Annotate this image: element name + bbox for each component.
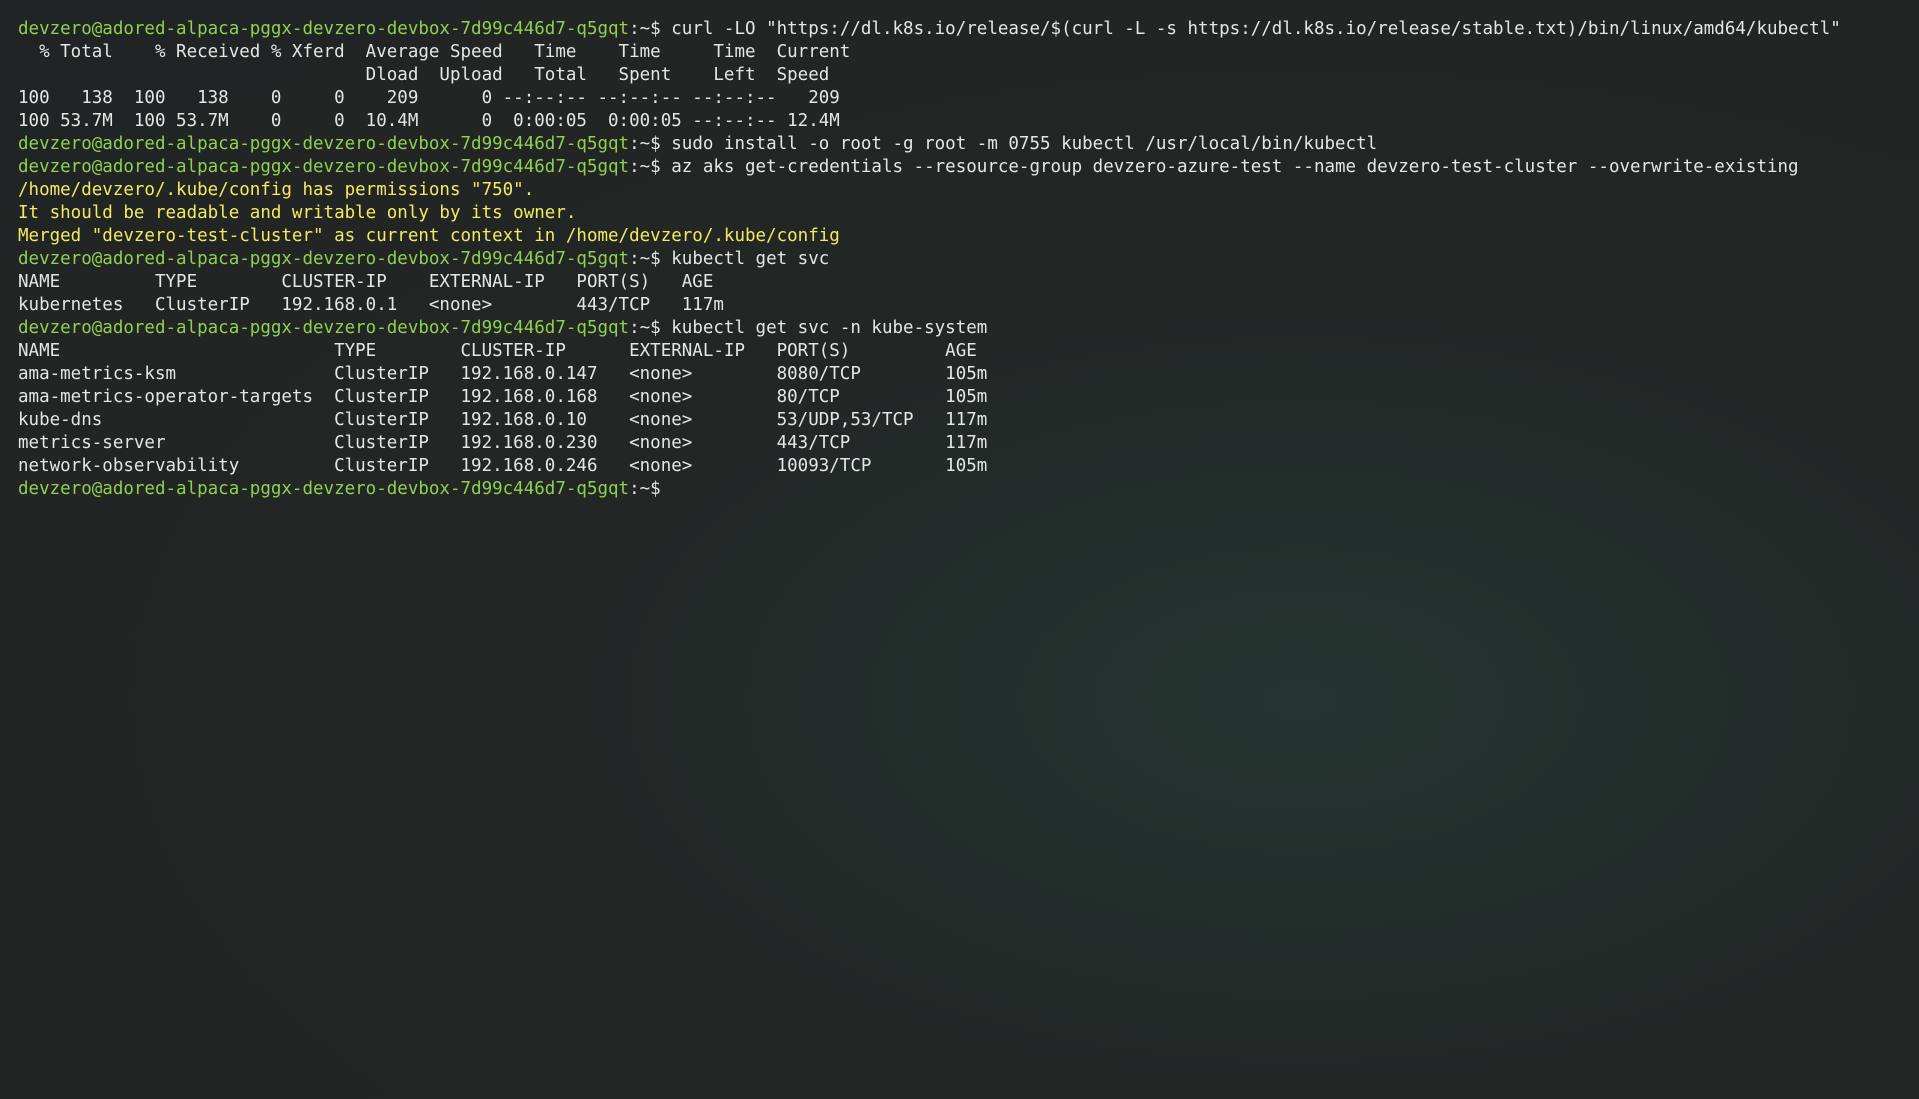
output-line: kubernetes ClusterIP 192.168.0.1 <none> … — [18, 295, 724, 315]
prompt-user-host: devzero@adored-alpaca-pggx-devzero-devbo… — [18, 19, 630, 39]
output-line: ama-metrics-operator-targets ClusterIP 1… — [18, 387, 988, 407]
prompt-suffix: :~$ — [629, 479, 672, 499]
prompt-user-host: devzero@adored-alpaca-pggx-devzero-devbo… — [18, 249, 630, 269]
terminal-output: devzero@adored-alpaca-pggx-devzero-devbo… — [18, 18, 1919, 501]
terminal-window[interactable]: devzero@adored-alpaca-pggx-devzero-devbo… — [0, 0, 1919, 1099]
output-line: kube-dns ClusterIP 192.168.0.10 <none> 5… — [18, 410, 988, 430]
output-line: metrics-server ClusterIP 192.168.0.230 <… — [18, 433, 988, 453]
prompt-user-host: devzero@adored-alpaca-pggx-devzero-devbo… — [18, 479, 630, 499]
command-text: kubectl get svc -n kube-system — [671, 318, 988, 338]
prompt-suffix: :~$ — [629, 19, 672, 39]
prompt-user-host: devzero@adored-alpaca-pggx-devzero-devbo… — [18, 157, 630, 177]
output-line: 100 53.7M 100 53.7M 0 0 10.4M 0 0:00:05 … — [18, 111, 840, 131]
output-line: 100 138 100 138 0 0 209 0 --:--:-- --:--… — [18, 88, 840, 108]
output-line: network-observability ClusterIP 192.168.… — [18, 456, 988, 476]
command-text: curl -LO "https://dl.k8s.io/release/$(cu… — [671, 19, 1841, 39]
warning-line: Merged "devzero-test-cluster" as current… — [18, 226, 840, 246]
output-line: NAME TYPE CLUSTER-IP EXTERNAL-IP PORT(S)… — [18, 272, 714, 292]
command-text: az aks get-credentials --resource-group … — [671, 157, 1799, 177]
command-line: devzero@adored-alpaca-pggx-devzero-devbo… — [18, 317, 1919, 340]
prompt-suffix: :~$ — [629, 134, 672, 154]
prompt-user-host: devzero@adored-alpaca-pggx-devzero-devbo… — [18, 134, 630, 154]
prompt-suffix: :~$ — [629, 318, 672, 338]
prompt-user-host: devzero@adored-alpaca-pggx-devzero-devbo… — [18, 318, 630, 338]
command-text: sudo install -o root -g root -m 0755 kub… — [671, 134, 1378, 154]
command-line: devzero@adored-alpaca-pggx-devzero-devbo… — [18, 248, 1919, 271]
command-line: devzero@adored-alpaca-pggx-devzero-devbo… — [18, 133, 1919, 156]
output-line: Dload Upload Total Spent Left Speed — [18, 65, 830, 85]
output-line: NAME TYPE CLUSTER-IP EXTERNAL-IP PORT(S)… — [18, 341, 977, 361]
command-text: kubectl get svc — [671, 249, 830, 269]
output-line: % Total % Received % Xferd Average Speed… — [18, 42, 851, 62]
command-line: devzero@adored-alpaca-pggx-devzero-devbo… — [18, 478, 1919, 501]
prompt-suffix: :~$ — [629, 157, 672, 177]
command-line: devzero@adored-alpaca-pggx-devzero-devbo… — [18, 156, 1919, 179]
output-line: ama-metrics-ksm ClusterIP 192.168.0.147 … — [18, 364, 988, 384]
warning-line: It should be readable and writable only … — [18, 203, 577, 223]
warning-line: /home/devzero/.kube/config has permissio… — [18, 180, 535, 200]
prompt-suffix: :~$ — [629, 249, 672, 269]
command-line: devzero@adored-alpaca-pggx-devzero-devbo… — [18, 18, 1919, 41]
